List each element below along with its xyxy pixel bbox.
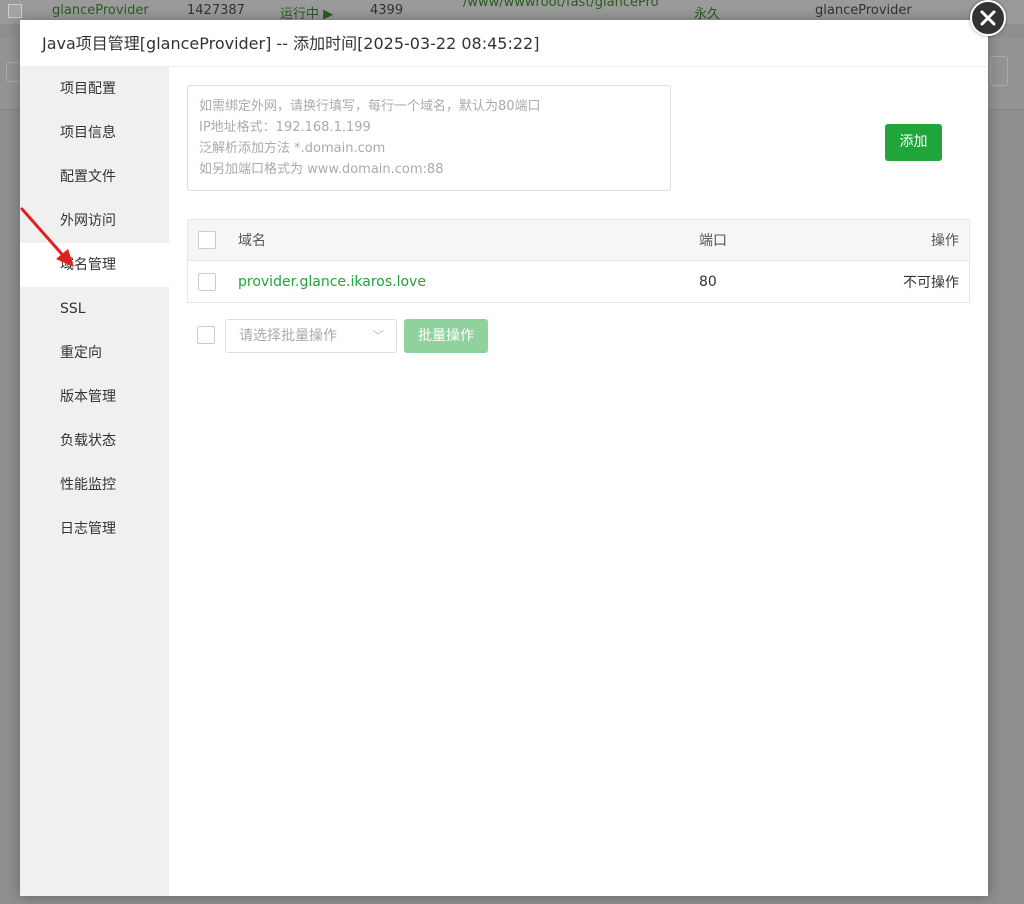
batch-operation-button[interactable]: 批量操作	[404, 319, 488, 353]
textarea-placeholder-line: 如另加端口格式为 www.domain.com:88	[199, 162, 444, 177]
dialog-sidebar: 项目配置 项目信息 配置文件 外网访问 域名管理 SSL 重定向 版本管理 负载…	[20, 67, 169, 896]
header-domain: 域名	[238, 233, 266, 249]
sidebar-item-ssl[interactable]: SSL	[20, 287, 169, 331]
background-row-pid: 1427387	[187, 3, 245, 18]
background-row-path: /www/wwwroot/fast/glancePro	[463, 0, 659, 10]
row-operation: 不可操作	[903, 274, 959, 291]
batch-operation-select[interactable]: 请选择批量操作 ﹀	[225, 319, 397, 353]
sidebar-item-log-management[interactable]: 日志管理	[20, 507, 169, 551]
domain-table: 域名 端口 操作 provider.glance.ikaros.love 80 …	[187, 219, 970, 303]
close-icon	[980, 10, 996, 26]
textarea-placeholder-line: 如需绑定外网，请换行填写，每行一个域名，默认为80端口	[199, 99, 541, 114]
sidebar-item-external-access[interactable]: 外网访问	[20, 199, 169, 243]
sidebar-item-load-status[interactable]: 负载状态	[20, 419, 169, 463]
sidebar-item-domain-management[interactable]: 域名管理	[20, 243, 169, 287]
sidebar-item-version-management[interactable]: 版本管理	[20, 375, 169, 419]
background-row-checkbox	[8, 4, 22, 18]
row-domain-link[interactable]: provider.glance.ikaros.love	[238, 274, 426, 290]
background-row-name: glanceProvider	[52, 3, 149, 18]
row-checkbox[interactable]	[198, 272, 216, 291]
project-dialog: Java项目管理[glanceProvider] -- 添加时间[2025-03…	[20, 20, 988, 896]
close-button[interactable]	[970, 0, 1006, 36]
textarea-placeholder-line: 泛解析添加方法 *.domain.com	[199, 141, 386, 156]
table-row: provider.glance.ikaros.love 80 不可操作	[188, 261, 969, 302]
sidebar-item-project-config[interactable]: 项目配置	[20, 67, 169, 111]
batch-select-placeholder: 请选择批量操作	[239, 328, 337, 344]
select-all-checkbox[interactable]	[198, 231, 216, 249]
header-operation: 操作	[931, 233, 959, 249]
header-port: 端口	[699, 233, 727, 249]
row-port: 80	[699, 273, 717, 290]
chevron-down-icon: ﹀	[371, 329, 384, 343]
textarea-placeholder-line: IP地址格式：192.168.1.199	[199, 120, 371, 135]
dialog-title: Java项目管理[glanceProvider] -- 添加时间[2025-03…	[20, 20, 988, 67]
background-row-port: 4399	[370, 3, 404, 18]
add-domain-button[interactable]: 添加	[885, 124, 942, 161]
background-select-right	[990, 56, 1008, 86]
background-row-remark: glanceProvider	[815, 3, 912, 18]
domain-textarea[interactable]: 如需绑定外网，请换行填写，每行一个域名，默认为80端口 IP地址格式：192.1…	[187, 85, 671, 191]
sidebar-item-config-file[interactable]: 配置文件	[20, 155, 169, 199]
table-header: 域名 端口 操作	[188, 220, 969, 261]
sidebar-item-performance-monitor[interactable]: 性能监控	[20, 463, 169, 507]
sidebar-item-project-info[interactable]: 项目信息	[20, 111, 169, 155]
batch-operation-bar: 请选择批量操作 ﹀ 批量操作	[187, 319, 587, 353]
batch-checkbox[interactable]	[197, 326, 215, 344]
sidebar-item-redirect[interactable]: 重定向	[20, 331, 169, 375]
domain-management-panel: 如需绑定外网，请换行填写，每行一个域名，默认为80端口 IP地址格式：192.1…	[169, 67, 988, 896]
